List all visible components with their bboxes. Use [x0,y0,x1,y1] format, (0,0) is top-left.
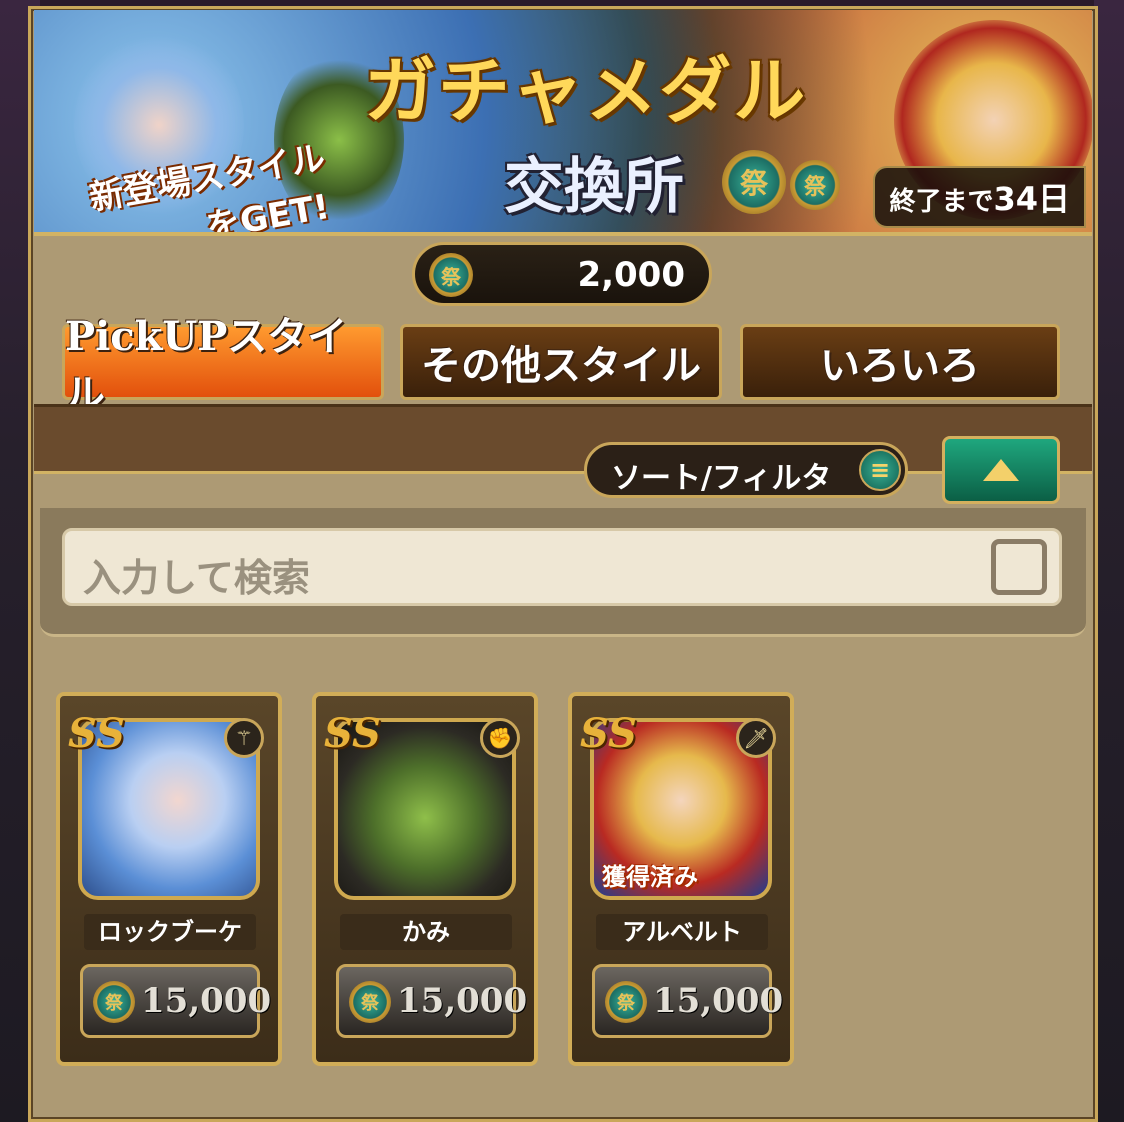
owned-label: 獲得済み [602,863,698,891]
search-placeholder: 入力して検索 [83,556,310,600]
banner-title: ガチャメダル [364,48,808,133]
character-name: ロックブーケ [84,914,256,950]
collapse-button[interactable] [942,436,1060,504]
right-backdrop [1094,0,1124,1122]
triangle-up-icon [983,459,1019,481]
tab-other-style[interactable]: その他スタイル [400,324,722,400]
sort-filter-label: ソート/フィルタ [611,461,832,496]
event-banner: ガチャメダル 交換所 新登場スタイル をGET! 祭 祭 終了まで34日 [34,10,1092,236]
tab-pickup-style[interactable]: PickUPスタイル [62,313,384,418]
gacha-medal-icon: 祭 [349,981,391,1023]
deadline-days: 34日 [993,180,1070,218]
medal-balance-amount: 2,000 [577,255,685,295]
rank-badge: SS [68,710,125,757]
price-amount: 15,000 [397,981,528,1021]
style-card[interactable]: 獲得済み SS 🗡 アルベルト 祭 15,000 [568,692,794,1066]
deadline-badge: 終了まで34日 [873,166,1086,228]
price-amount: 15,000 [653,981,784,1021]
price-amount: 15,000 [141,981,272,1021]
rank-badge: SS [324,710,381,757]
fist-icon: ✊ [480,718,520,758]
price-button[interactable]: 祭 15,000 [80,964,271,1038]
rank-badge: SS [580,710,637,757]
medal-glyph: 祭 [105,993,123,1014]
price-button[interactable]: 祭 15,000 [336,964,527,1038]
gacha-medal-icon: 祭 [722,150,786,214]
medal-glyph: 祭 [803,175,826,200]
medal-glyph: 祭 [617,993,635,1014]
medal-glyph: 祭 [361,993,379,1014]
price-button[interactable]: 祭 15,000 [592,964,783,1038]
gacha-medal-icon: 祭 [605,981,647,1023]
gacha-medal-icon: 祭 [790,160,840,210]
banner-subtitle: 交換所 [504,152,684,222]
filter-strip [34,404,1092,474]
gacha-medal-icon: 祭 [93,981,135,1023]
style-card[interactable]: SS ⚚ ロックブーケ 祭 15,000 [56,692,282,1066]
tab-misc[interactable]: いろいろ [740,324,1060,400]
sword-icon: 🗡 [736,718,776,758]
staff-icon: ⚚ [224,718,264,758]
medal-glyph: 祭 [739,167,768,200]
medal-balance: 祭 2,000 [412,242,712,306]
gacha-medal-icon: 祭 [429,253,473,297]
edit-icon[interactable] [991,539,1047,595]
search-input[interactable]: 入力して検索 [62,528,1062,606]
deadline-label: 終了まで [889,187,994,217]
medal-glyph: 祭 [441,264,461,289]
character-name: アルベルト [596,914,768,950]
character-name: かみ [340,914,512,950]
style-card[interactable]: SS ✊ かみ 祭 15,000 [312,692,538,1066]
sort-filter-button[interactable]: ソート/フィルタ ≡ [584,442,908,498]
menu-lines-icon: ≡ [859,449,901,491]
